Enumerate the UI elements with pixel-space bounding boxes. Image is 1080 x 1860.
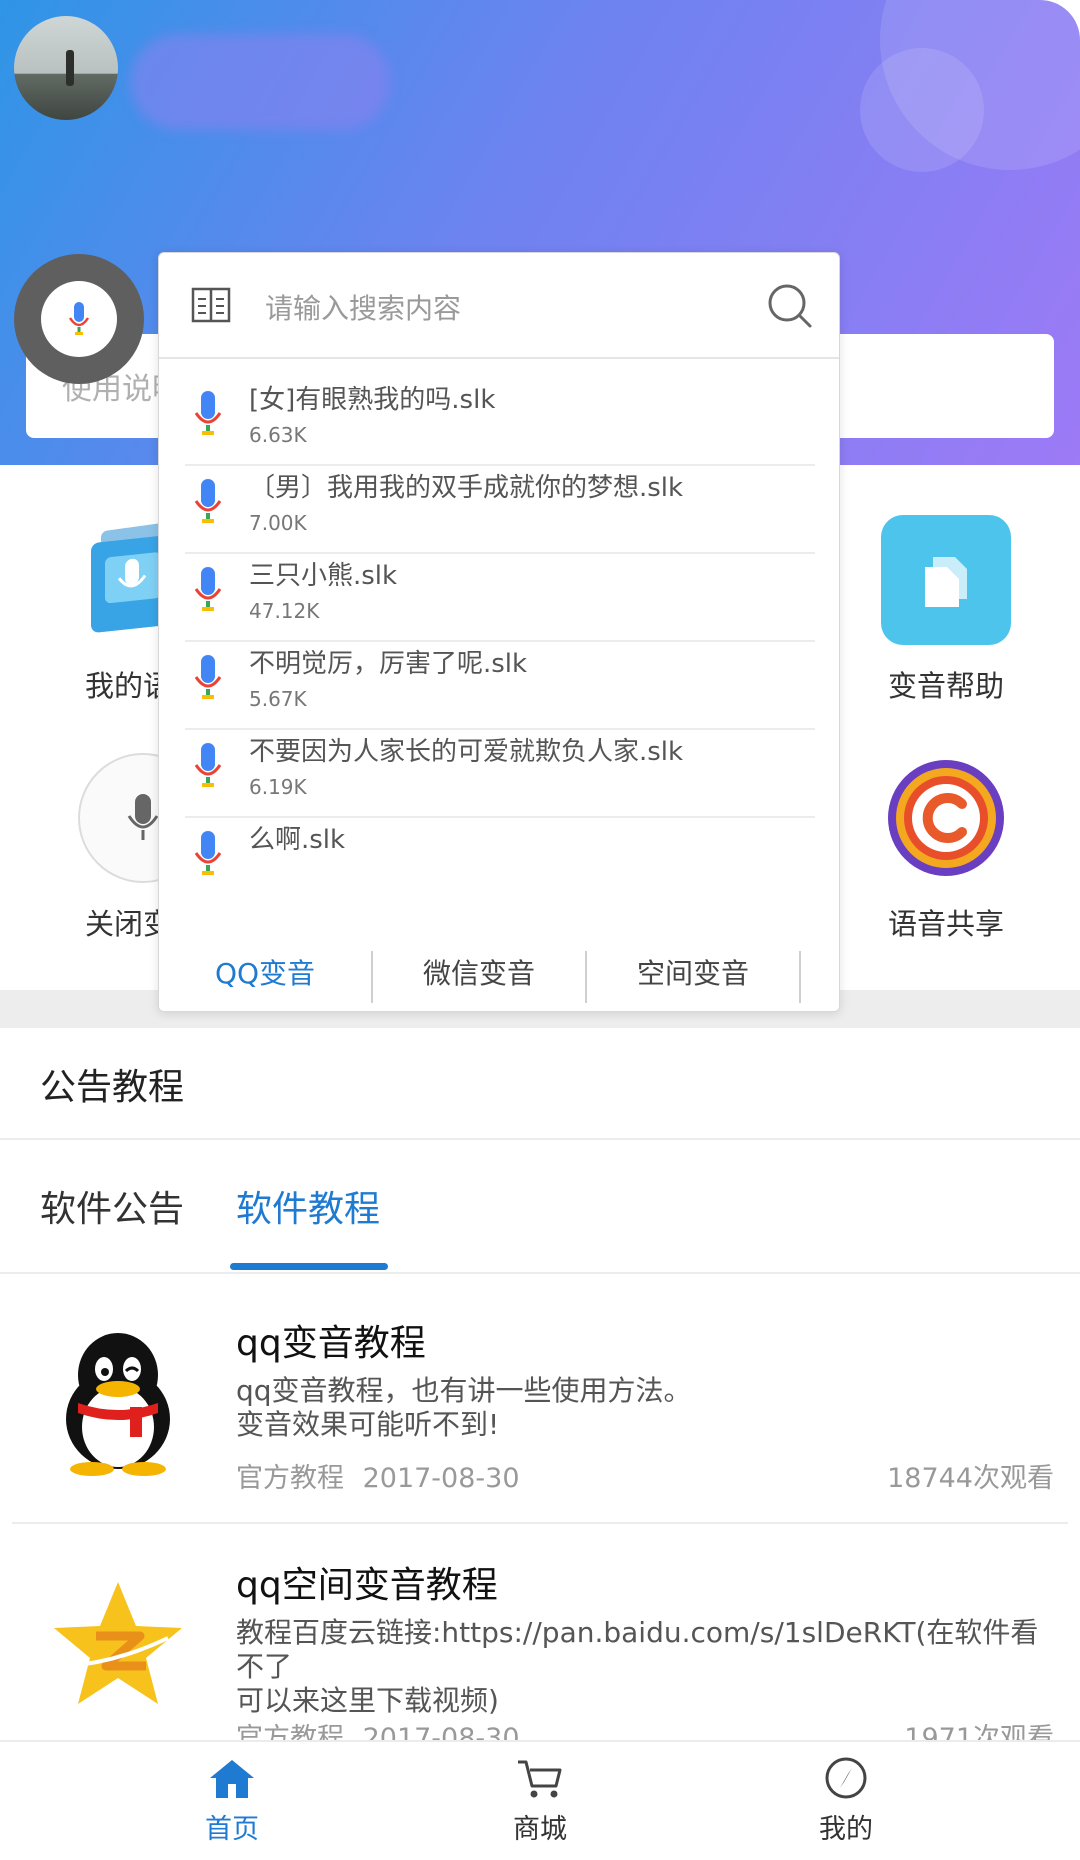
tab-software-announcement[interactable]: 软件公告 — [40, 1180, 184, 1232]
username-blurred — [130, 34, 390, 130]
file-size: 5.67K — [249, 687, 307, 711]
news-category: 官方教程 — [236, 1463, 344, 1494]
list-item[interactable]: qq变音教程 qq变音教程，也有讲一些使用方法。 变音效果可能听不到! 官方教程… — [0, 1280, 1080, 1530]
news-description: 教程百度云链接:https://pan.baidu.com/s/1slDeRKT… — [236, 1616, 1056, 1718]
news-views: 1971次观看 — [904, 1723, 1054, 1740]
tab-wechat-voice[interactable]: 微信变音 — [373, 931, 585, 1011]
google-mic-icon — [194, 831, 222, 875]
google-mic-icon — [68, 302, 90, 335]
voice-file-list[interactable]: [女]有眼熟我的吗.slk 6.63K 〔男〕我用我的双手成就你的梦想.slk … — [159, 361, 839, 929]
file-name: 不要因为人家长的可爱就欺负人家.slk — [249, 737, 684, 767]
avatar[interactable] — [14, 16, 118, 120]
file-name: 么啊.slk — [249, 825, 346, 855]
file-size: 6.63K — [249, 423, 307, 447]
home-icon — [210, 1760, 254, 1798]
file-size: 6.19K — [249, 775, 307, 799]
list-item[interactable]: qq空间变音教程 教程百度云链接:https://pan.baidu.com/s… — [0, 1530, 1080, 1740]
tab-qzone-voice[interactable]: 空间变音 — [587, 931, 799, 1011]
news-desc-line: 变音效果可能听不到! — [236, 1408, 500, 1441]
file-size: 47.12K — [249, 599, 320, 623]
news-desc-line: 可以来这里下载视频) — [236, 1684, 499, 1717]
news-date: 2017-08-30 — [362, 1723, 520, 1740]
news-desc-line: 教程百度云链接:https://pan.baidu.com/s/1slDeRKT… — [236, 1616, 1039, 1683]
divider — [0, 1272, 1080, 1274]
grid-label: 语音共享 — [887, 907, 1004, 941]
grid-item-voice-share[interactable]: 语音共享 — [876, 753, 1016, 943]
divider — [12, 1522, 1068, 1524]
news-date: 2017-08-30 — [362, 1463, 520, 1494]
search-input[interactable]: 请输入搜索内容 — [265, 287, 461, 327]
google-mic-icon — [194, 655, 222, 699]
search-icon[interactable] — [765, 281, 815, 331]
voice-file-popup: 请输入搜索内容 [女]有眼熟我的吗.slk 6.63K 〔男〕我用我的双手成就你… — [158, 252, 840, 1012]
list-item[interactable]: 么啊.slk — [185, 801, 815, 906]
nav-label: 我的 — [819, 1814, 873, 1845]
active-tab-indicator — [230, 1263, 388, 1270]
nav-label: 首页 — [205, 1814, 259, 1845]
qq-penguin-icon — [26, 1310, 210, 1494]
grid-item-voice-help[interactable]: 变音帮助 — [876, 515, 1016, 705]
tab-qq-voice[interactable]: QQ变音 — [159, 931, 371, 1011]
file-name: 不明觉厉，厉害了呢.slk — [249, 649, 528, 679]
book-list-icon[interactable] — [191, 287, 231, 323]
news-meta: 官方教程 2017-08-30 — [236, 1456, 520, 1495]
section-title: 公告教程 — [40, 1067, 185, 1108]
popup-tab-bar: QQ变音 微信变音 空间变音 — [159, 931, 839, 1011]
nav-label: 商城 — [513, 1814, 567, 1845]
google-mic-icon — [194, 479, 222, 523]
news-category: 官方教程 — [236, 1723, 344, 1740]
google-mic-icon — [194, 743, 222, 787]
news-title: qq变音教程 — [236, 1323, 426, 1364]
news-description: qq变音教程，也有讲一些使用方法。 变音效果可能听不到! — [236, 1374, 1056, 1442]
file-name: 三只小熊.slk — [249, 561, 398, 591]
news-meta: 官方教程 2017-08-30 — [236, 1716, 520, 1740]
nav-item-mall[interactable]: 商城 — [460, 1756, 620, 1846]
file-name: [女]有眼熟我的吗.slk — [249, 385, 496, 415]
bottom-nav: 首页 商城 我的 — [0, 1740, 1080, 1860]
floating-mic-button[interactable] — [14, 254, 144, 384]
file-size: 7.00K — [249, 511, 307, 535]
compass-icon — [825, 1757, 867, 1799]
news-views: 18744次观看 — [887, 1463, 1054, 1494]
nav-item-home[interactable]: 首页 — [152, 1756, 312, 1846]
file-name: 〔男〕我用我的双手成就你的梦想.slk — [249, 473, 684, 503]
google-mic-icon — [194, 567, 222, 611]
grid-label: 变音帮助 — [887, 669, 1004, 703]
nav-item-mine[interactable]: 我的 — [766, 1756, 926, 1846]
tab-software-tutorial[interactable]: 软件教程 — [236, 1180, 380, 1232]
news-title: qq空间变音教程 — [236, 1565, 498, 1606]
google-mic-icon — [194, 391, 222, 435]
qzone-star-icon — [26, 1552, 210, 1736]
news-desc-line: qq变音教程，也有讲一些使用方法。 — [236, 1374, 692, 1407]
share-c-icon — [881, 753, 1011, 883]
tab-separator — [799, 951, 801, 1003]
cart-icon — [518, 1760, 562, 1798]
divider — [0, 1138, 1080, 1140]
search-bar: 请输入搜索内容 — [159, 253, 839, 359]
copy-pages-icon — [881, 515, 1011, 645]
